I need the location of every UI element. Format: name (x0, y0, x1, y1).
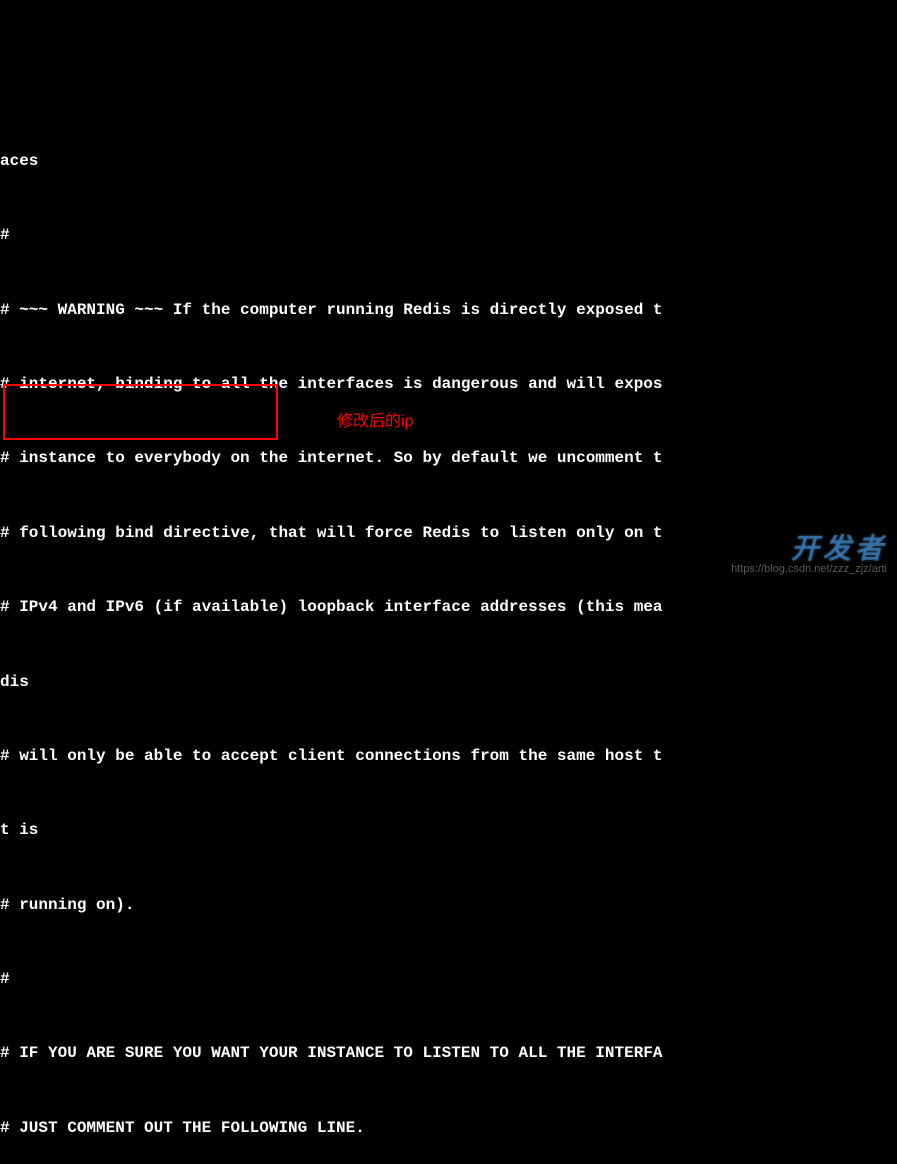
annotation-label: 修改后的ip (337, 410, 413, 435)
config-comment-line: # IF YOU ARE SURE YOU WANT YOUR INSTANCE… (0, 1041, 897, 1066)
watermark-url: https://blog.csdn.net/zzz_zjz/arti (731, 561, 887, 578)
config-comment-line: # ~~~ WARNING ~~~ If the computer runnin… (0, 298, 897, 323)
config-comment-line: # following bind directive, that will fo… (0, 521, 897, 546)
config-comment-line: # IPv4 and IPv6 (if available) loopback … (0, 595, 897, 620)
config-comment-line: # internet, binding to all the interface… (0, 372, 897, 397)
config-comment-line: dis (0, 670, 897, 695)
config-comment-line: # will only be able to accept client con… (0, 744, 897, 769)
config-comment-line: aces (0, 149, 897, 174)
terminal-editor[interactable]: aces # # ~~~ WARNING ~~~ If the computer… (0, 99, 897, 1164)
config-comment-line: # instance to everybody on the internet.… (0, 446, 897, 471)
config-comment-line: # running on). (0, 893, 897, 918)
config-comment-line: # (0, 223, 897, 248)
config-comment-line: # (0, 967, 897, 992)
config-comment-line: # JUST COMMENT OUT THE FOLLOWING LINE. (0, 1116, 897, 1141)
config-comment-line: t is (0, 818, 897, 843)
